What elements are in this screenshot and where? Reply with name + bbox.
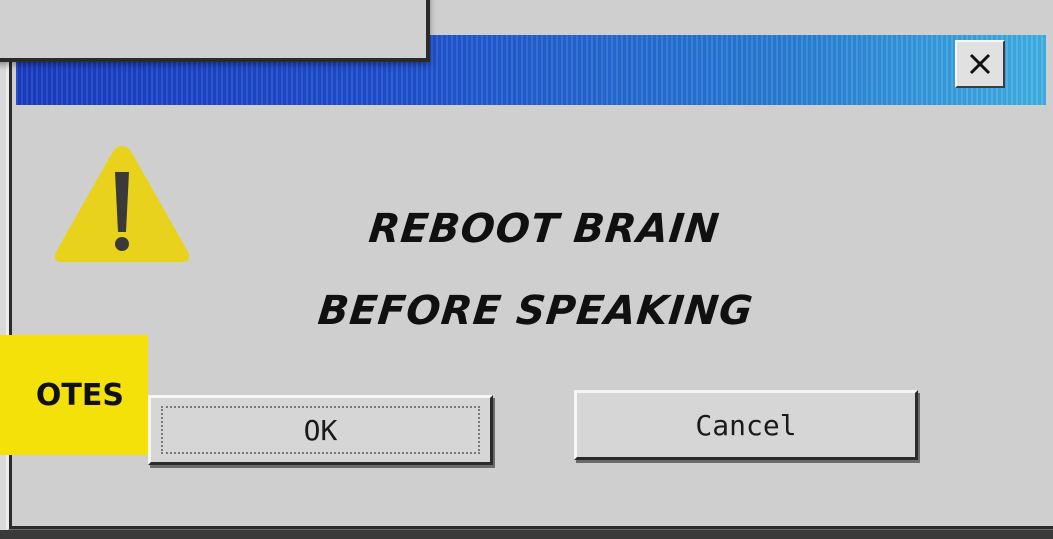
close-icon — [969, 53, 991, 75]
bottom-edge — [0, 530, 1053, 539]
cancel-button[interactable]: Cancel — [574, 390, 918, 460]
notes-badge: OTES — [0, 335, 148, 455]
message-line-2: BEFORE SPEAKING — [315, 288, 756, 334]
ok-button[interactable]: OK — [148, 395, 493, 465]
cancel-button-label: Cancel — [695, 408, 797, 442]
background-window — [0, 0, 430, 62]
close-button[interactable] — [955, 40, 1005, 88]
message-line-1: REBOOT BRAIN — [366, 206, 722, 252]
warning-icon — [54, 146, 190, 262]
notes-badge-text: OTES — [35, 377, 124, 413]
dialog-message: REBOOT BRAIN BEFORE SPEAKING — [231, 188, 848, 352]
ok-button-label: OK — [303, 413, 338, 447]
